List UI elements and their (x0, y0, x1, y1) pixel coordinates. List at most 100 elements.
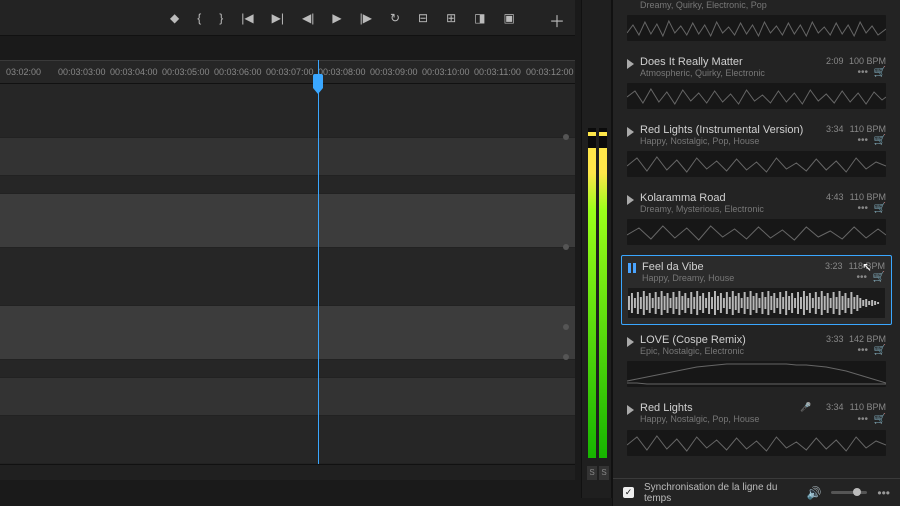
track-tags: Happy, Nostalgic, Pop, House (640, 136, 807, 146)
track-duration: 4:43 (813, 192, 843, 202)
track-tags: Atmospheric, Quirky, Electronic (640, 68, 807, 78)
track-toggle-column (557, 84, 575, 464)
ruler-mark: 03:02:00 (6, 67, 58, 77)
track-tags: Dreamy, Quirky, Electronic, Pop (640, 0, 886, 10)
ruler-mark: 00:03:10:00 (422, 67, 474, 77)
timeline[interactable] (0, 84, 575, 464)
more-icon[interactable]: ••• (857, 67, 868, 78)
time-ruler[interactable]: 03:02:00 00:03:03:00 00:03:04:00 00:03:0… (0, 60, 575, 84)
track-duration: 3:23 (812, 261, 842, 271)
playhead-handle[interactable] (313, 74, 323, 88)
volume-icon[interactable]: 🔊 (806, 486, 821, 500)
track-bpm: 110 BPM (846, 402, 886, 412)
track-tags: Epic, Nostalgic, Electronic (640, 346, 807, 356)
play-icon[interactable] (627, 405, 634, 415)
ruler-mark: 00:03:12:00 (526, 67, 575, 77)
track-duration: 3:34 (813, 402, 843, 412)
waveform[interactable] (628, 288, 885, 318)
footer-more-icon[interactable]: ••• (877, 486, 890, 500)
more-icon[interactable]: ••• (857, 414, 868, 425)
add-icon[interactable]: ＋ (549, 8, 565, 32)
pause-icon[interactable] (628, 263, 636, 273)
waveform[interactable] (627, 15, 886, 41)
track-bpm: 142 BPM (846, 334, 886, 344)
cart-icon[interactable]: 🛒 (873, 272, 885, 283)
camera-icon[interactable]: ◨ (474, 11, 485, 25)
bracket-left-icon[interactable]: { (197, 11, 201, 25)
loop-icon[interactable]: ↻ (390, 11, 400, 25)
ruler-mark: 00:03:05:00 (162, 67, 214, 77)
ruler-mark: 00:03:08:00 (318, 67, 370, 77)
toggle-dot[interactable] (563, 354, 569, 360)
play-icon[interactable] (627, 337, 634, 347)
track-duration: 3:34 (813, 124, 843, 134)
track-item[interactable]: Red Lights Happy, Nostalgic, Pop, House … (621, 397, 892, 462)
track-duration: 3:33 (813, 334, 843, 344)
toggle-dot[interactable] (563, 134, 569, 140)
ruler-mark: 00:03:07:00 (266, 67, 318, 77)
playhead-line (318, 60, 319, 464)
mark-in-icon[interactable]: |◀ (241, 11, 253, 25)
ruler-mark: 00:03:04:00 (110, 67, 162, 77)
link-a-icon[interactable]: ⊟ (418, 11, 428, 25)
ruler-mark: 00:03:11:00 (474, 67, 526, 77)
play-icon[interactable] (627, 59, 634, 69)
link-b-icon[interactable]: ⊞ (446, 11, 456, 25)
step-forward-icon[interactable]: |▶ (360, 11, 372, 25)
more-icon[interactable]: ••• (856, 272, 867, 283)
transport-toolbar: ◆ { } |◀ ▶| ◀| ▶ |▶ ↻ ⊟ ⊞ ◨ ▣ ＋ (0, 0, 575, 36)
solo-left[interactable]: S (587, 466, 597, 480)
cart-icon[interactable]: 🛒 (874, 414, 886, 425)
track-bpm: 118 BPM (845, 261, 885, 271)
track-title: LOVE (Cospe Remix) (640, 334, 807, 346)
tag-icon[interactable]: ◆ (170, 11, 179, 25)
audio-meter: S S (581, 0, 612, 498)
play-icon[interactable]: ▶ (332, 11, 341, 25)
step-back-icon[interactable]: ◀| (302, 11, 314, 25)
track-title: Does It Really Matter (640, 56, 807, 68)
ruler-mark: 00:03:09:00 (370, 67, 422, 77)
track-title: Red Lights (Instrumental Version) (640, 124, 807, 136)
more-icon[interactable]: ••• (857, 345, 868, 356)
ruler-mark: 00:03:03:00 (58, 67, 110, 77)
mark-out-icon[interactable]: ▶| (272, 11, 284, 25)
sync-checkbox[interactable] (623, 487, 634, 498)
more-icon[interactable]: ••• (857, 135, 868, 146)
cart-icon[interactable]: 🛒 (874, 345, 886, 356)
more-icon[interactable]: ••• (857, 203, 868, 214)
cart-icon[interactable]: 🛒 (874, 135, 886, 146)
toggle-dot[interactable] (563, 244, 569, 250)
toggle-dot[interactable] (563, 324, 569, 330)
track-item[interactable]: Kolaramma Road Dreamy, Mysterious, Elect… (621, 187, 892, 251)
track-title: Red Lights (640, 402, 794, 414)
bracket-right-icon[interactable]: } (219, 11, 223, 25)
track-item[interactable]: Red Lights (Instrumental Version) Happy,… (621, 119, 892, 183)
track-tags: Happy, Nostalgic, Pop, House (640, 414, 794, 424)
waveform[interactable] (627, 361, 886, 387)
track-item[interactable]: Does It Really Matter Atmospheric, Quirk… (621, 51, 892, 115)
waveform[interactable] (627, 219, 886, 245)
ruler-mark: 00:03:06:00 (214, 67, 266, 77)
track-item[interactable]: LOVE (Cospe Remix) Epic, Nostalgic, Elec… (621, 329, 892, 393)
solo-right[interactable]: S (599, 466, 609, 480)
cart-icon[interactable]: 🛒 (874, 203, 886, 214)
volume-slider[interactable] (831, 491, 867, 494)
play-icon[interactable] (627, 195, 634, 205)
waveform[interactable] (627, 151, 886, 177)
track-item[interactable]: Dreamy, Quirky, Electronic, Pop (621, 0, 892, 47)
track-duration: 2:09 (813, 56, 843, 66)
track-item-selected[interactable]: Feel da Vibe Happy, Dreamy, House 3:23 1… (621, 255, 892, 325)
track-tags: Dreamy, Mysterious, Electronic (640, 204, 807, 214)
panel-footer: Synchronisation de la ligne du temps 🔊 •… (613, 478, 900, 506)
cart-icon[interactable]: 🛒 (874, 67, 886, 78)
track-bpm: 110 BPM (846, 192, 886, 202)
clips-icon[interactable]: ▣ (503, 11, 514, 25)
track-title: Kolaramma Road (640, 192, 807, 204)
waveform[interactable] (627, 83, 886, 109)
waveform[interactable] (627, 430, 886, 456)
track-bpm: 100 BPM (846, 56, 886, 66)
mic-icon: 🎤 (800, 402, 811, 412)
play-icon[interactable] (627, 127, 634, 137)
sync-label: Synchronisation de la ligne du temps (644, 482, 796, 504)
timeline-scrollbar[interactable] (0, 464, 575, 480)
